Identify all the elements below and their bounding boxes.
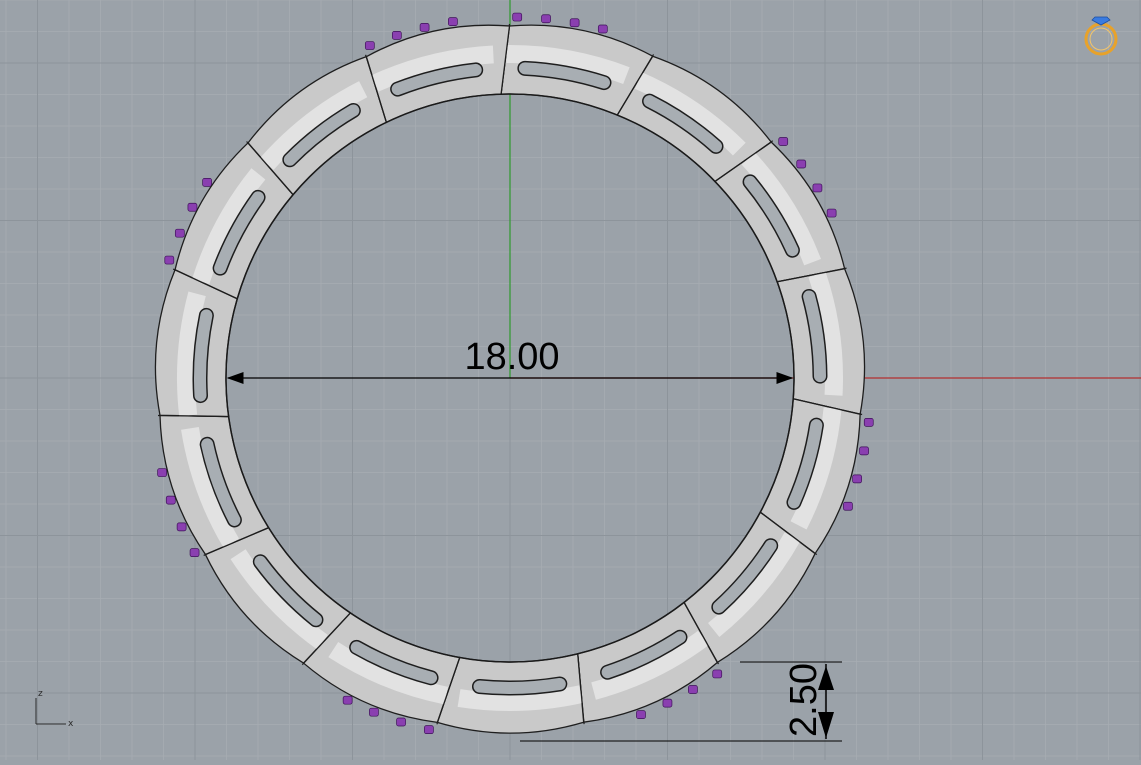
gem-stone xyxy=(364,41,375,50)
front-viewport[interactable]: 18.00 2.50 z x xyxy=(0,0,1141,760)
gem-stone xyxy=(448,17,458,26)
gem-stone xyxy=(174,228,185,238)
diameter-value: 18.00 xyxy=(464,336,559,378)
gem-stone xyxy=(812,183,823,193)
diameter-dimension[interactable]: 18.00 xyxy=(226,336,794,384)
gem-stone xyxy=(396,717,406,727)
viewport-canvas[interactable]: 18.00 2.50 z x xyxy=(0,0,1141,760)
axis-triad: z x xyxy=(35,689,74,729)
gem-stone xyxy=(859,446,869,456)
gem-stone xyxy=(569,18,580,28)
gem-stone xyxy=(176,522,187,532)
gem-stone xyxy=(636,710,646,719)
gem-stone xyxy=(712,669,723,679)
ring-segment[interactable] xyxy=(436,652,585,734)
gem-stone xyxy=(688,685,698,694)
gem-stone xyxy=(778,137,789,146)
axis-vertical-label: z xyxy=(38,689,43,699)
gem-stone xyxy=(391,31,402,40)
gem-stone xyxy=(157,468,167,477)
gem-stone xyxy=(419,23,430,32)
gem-stone xyxy=(662,698,673,708)
gem-stone xyxy=(512,12,523,22)
segment-slot xyxy=(194,309,213,402)
gem-stone xyxy=(424,725,434,735)
gem-stone xyxy=(541,14,551,24)
gem-stone xyxy=(342,695,353,705)
height-value: 2.50 xyxy=(783,663,825,737)
gem-stone xyxy=(852,474,862,484)
gem-stone xyxy=(189,548,200,558)
gem-stone xyxy=(597,24,608,34)
gem-stone xyxy=(863,418,874,427)
gem-stone xyxy=(165,495,176,505)
gem-stone xyxy=(369,707,379,717)
axis-horizontal-label: x xyxy=(68,719,74,729)
ring-segment[interactable] xyxy=(364,24,511,124)
gem-stone xyxy=(826,208,837,218)
gem-stone xyxy=(187,202,198,212)
gem-stone xyxy=(164,255,175,265)
diamond-ring-icon[interactable] xyxy=(1084,16,1118,56)
segment-slot xyxy=(473,677,566,694)
ring-segment[interactable] xyxy=(776,267,866,416)
ring-segment[interactable] xyxy=(159,414,270,556)
gem-stone xyxy=(843,501,853,511)
gem-stone xyxy=(796,159,807,169)
gem-stone xyxy=(202,178,212,187)
